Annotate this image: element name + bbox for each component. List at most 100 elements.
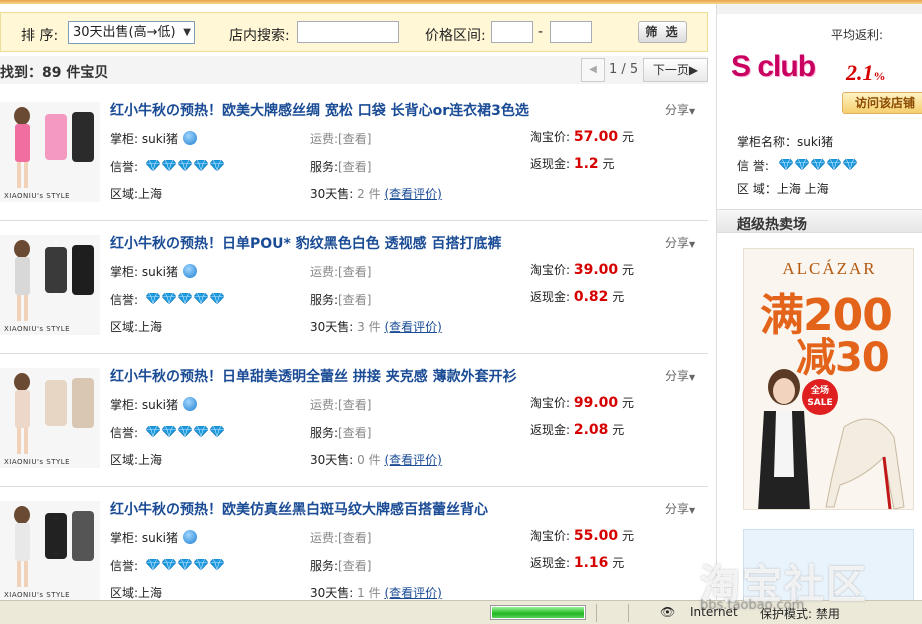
diamond-icon — [178, 293, 192, 304]
prev-page-button[interactable]: ◀ — [581, 58, 605, 82]
shop-search-label: 店内搜索: — [229, 28, 290, 44]
taobao-price-value: 99.00 — [573, 395, 619, 411]
product-list-pane: 排 序: 30天出售(高→低) ▼ 店内搜索: 价格区间: - 筛 选 共找到：… — [0, 4, 714, 600]
sort-select-value: 30天出售(高→低) — [73, 25, 176, 40]
product-title-link[interactable]: 红小牛秋の预热！欧美仿真丝黑白斑马纹大牌感百搭蕾丝背心 — [110, 499, 488, 519]
service-label: 服务: — [310, 160, 339, 174]
promo-banner[interactable]: ALCÁZAR 满200 减30 全场 SALE — [743, 248, 914, 510]
price-max-input[interactable] — [550, 21, 592, 43]
diamond-icon — [162, 160, 176, 171]
service-view-link[interactable]: [查看] — [338, 426, 371, 440]
status-separator — [628, 604, 629, 622]
currency-label: 元 — [622, 263, 635, 277]
shipping-row: 运费:[查看] — [310, 529, 371, 546]
sales-label: 30天售: — [310, 453, 354, 467]
product-item: XIAONIU's STYLE 红小牛秋の预热！欧美大牌感丝绸 宽松 口袋 长背… — [0, 88, 708, 221]
diamond-icon — [146, 293, 160, 304]
price-range-label: 价格区间: — [425, 28, 486, 44]
shipping-view-link[interactable]: [查看] — [338, 132, 371, 146]
product-thumbnail[interactable]: XIAONIU's STYLE — [0, 102, 100, 202]
region-row: 区域:上海 — [110, 451, 162, 468]
product-title-link[interactable]: 红小牛秋の预热！日单POU* 豹纹黑色白色 透视感 百搭打底裤 — [110, 233, 501, 253]
seller-row: 掌柜: suki猪 — [110, 130, 198, 147]
product-thumbnail[interactable]: XIAONIU's STYLE — [0, 235, 100, 335]
product-thumbnail[interactable]: XIAONIU's STYLE — [0, 501, 100, 600]
sales-value: 3 件 — [357, 320, 381, 334]
caret-down-icon: ▼ — [689, 373, 696, 382]
seller-row: 掌柜: suki猪 — [110, 529, 198, 546]
promo-brand: ALCÁZAR — [782, 259, 877, 278]
avg-cashback-value: 2.1 — [846, 60, 874, 85]
diamond-icon — [162, 426, 176, 437]
currency-label: 元 — [612, 423, 625, 437]
shop-credit-label: 信 誉: — [737, 159, 769, 173]
seller-name-link[interactable]: suki猪 — [142, 398, 178, 412]
region-label: 区域: — [110, 320, 139, 334]
service-view-link[interactable]: [查看] — [338, 160, 371, 174]
shipping-row: 运费:[查看] — [310, 130, 371, 147]
share-label: 分享 — [665, 369, 690, 383]
view-reviews-link[interactable]: (查看评价) — [384, 453, 441, 467]
seller-name-link[interactable]: suki猪 — [142, 132, 178, 146]
shipping-view-link[interactable]: [查看] — [338, 398, 371, 412]
shipping-view-link[interactable]: [查看] — [338, 265, 371, 279]
avg-cashback-unit: % — [873, 69, 886, 83]
service-view-link[interactable]: [查看] — [338, 293, 371, 307]
sort-select[interactable]: 30天出售(高→低) ▼ — [68, 21, 195, 44]
product-thumbnail[interactable]: XIAONIU's STYLE — [0, 368, 100, 468]
shipping-view-link[interactable]: [查看] — [338, 531, 371, 545]
hot-sale-section-header: 超级热卖场 — [717, 209, 922, 233]
share-menu[interactable]: 分享▼ — [665, 367, 695, 384]
cashback-value: 1.2 — [573, 156, 599, 172]
view-reviews-link[interactable]: (查看评价) — [384, 320, 441, 334]
cashback-value: 0.82 — [573, 289, 609, 305]
shop-search-input[interactable] — [297, 21, 399, 43]
cashback-row: 返现金: 1.2 元 — [530, 155, 615, 172]
diamond-icon — [210, 426, 224, 437]
diamond-icon — [811, 159, 825, 170]
security-eye-icon[interactable]: 👁 — [660, 605, 675, 619]
filter-button[interactable]: 筛 选 — [638, 21, 687, 43]
share-menu[interactable]: 分享▼ — [665, 234, 695, 251]
diamond-icon — [779, 159, 793, 170]
diamond-icon — [146, 160, 160, 171]
caret-down-icon: ▼ — [689, 506, 696, 515]
share-label: 分享 — [665, 236, 690, 250]
next-page-button[interactable]: 下一页▶ — [643, 58, 708, 82]
seller-name-link[interactable]: suki猪 — [142, 265, 178, 279]
seller-label: 掌柜: — [110, 132, 139, 146]
shop-logo[interactable]: S club — [731, 50, 816, 84]
credit-diamonds — [146, 160, 226, 174]
share-menu[interactable]: 分享▼ — [665, 101, 695, 118]
result-count: 共找到：89 件宝贝 — [0, 65, 109, 81]
brand-tag: XIAONIU's STYLE — [4, 591, 71, 599]
cashback-label: 返现金: — [530, 556, 571, 570]
share-menu[interactable]: 分享▼ — [665, 500, 695, 517]
diamond-icon — [795, 159, 809, 170]
view-reviews-link[interactable]: (查看评价) — [384, 187, 441, 201]
product-item: XIAONIU's STYLE 红小牛秋の预热！日单POU* 豹纹黑色白色 透视… — [0, 221, 708, 354]
region-value: 上海 — [138, 320, 163, 334]
price-min-input[interactable] — [491, 21, 533, 43]
sales-row: 30天售: 1 件 (查看评价) — [310, 584, 442, 600]
sort-label: 排 序: — [21, 28, 59, 44]
visit-shop-button[interactable]: 访问该店铺 — [842, 92, 922, 114]
taobao-price-value: 55.00 — [573, 528, 619, 544]
product-photo-icon — [14, 240, 94, 321]
taobao-price-row: 淘宝价: 57.00 元 — [530, 128, 634, 145]
product-title-link[interactable]: 红小牛秋の预热！欧美大牌感丝绸 宽松 口袋 长背心or连衣裙3色选 — [110, 100, 529, 120]
progress-fill — [492, 607, 584, 618]
service-label: 服务: — [310, 293, 339, 307]
seller-badge-icon — [183, 397, 198, 411]
credit-diamonds — [146, 426, 226, 440]
currency-label: 元 — [602, 157, 615, 171]
seller-name-link[interactable]: suki猪 — [142, 531, 178, 545]
sidebar-top-band — [717, 4, 922, 14]
diamond-icon — [178, 559, 192, 570]
view-reviews-link[interactable]: (查看评价) — [384, 586, 441, 600]
caret-down-icon: ▼ — [689, 240, 696, 249]
diamond-icon — [178, 160, 192, 171]
credit-label: 信誉: — [110, 293, 139, 307]
product-title-link[interactable]: 红小牛秋の预热！日单甜美透明全蕾丝 拼接 夹克感 薄款外套开衫 — [110, 366, 517, 386]
service-view-link[interactable]: [查看] — [338, 559, 371, 573]
